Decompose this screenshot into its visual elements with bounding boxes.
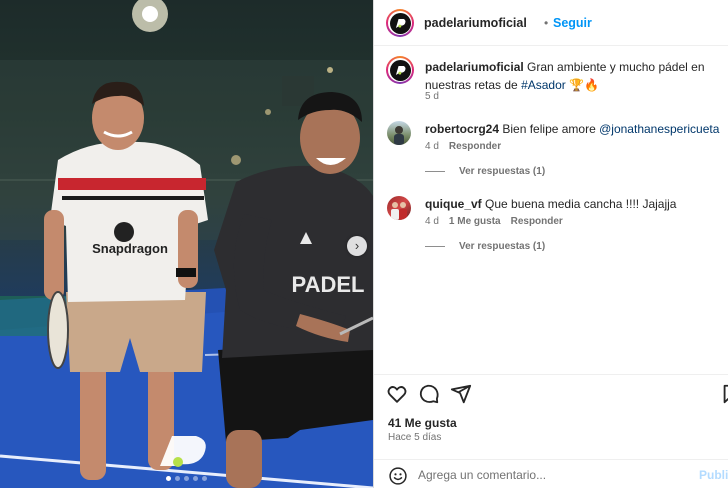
comment-avatar[interactable] bbox=[387, 121, 411, 145]
caption-username[interactable]: padelariumoficial bbox=[425, 60, 524, 74]
replies-line bbox=[425, 246, 445, 247]
caption-hashtag[interactable]: #Asador bbox=[521, 78, 566, 92]
header-username[interactable]: padelariumoficial bbox=[424, 16, 527, 30]
follow-button[interactable]: Seguir bbox=[553, 16, 592, 30]
post-photo[interactable]: Snapdragon PADEL › bbox=[0, 0, 373, 488]
comment-avatar[interactable] bbox=[387, 196, 411, 220]
separator-dot: • bbox=[544, 16, 549, 30]
comment-icon[interactable] bbox=[418, 383, 440, 405]
bookmark-icon[interactable] bbox=[720, 383, 728, 405]
view-replies-label: Ver respuestas (1) bbox=[459, 241, 546, 252]
account-avatar[interactable] bbox=[386, 9, 414, 37]
comment-meta: 4 d Responder bbox=[425, 141, 501, 152]
carousel-dot bbox=[184, 476, 189, 481]
comment-text: quique_vf Que buena media cancha !!!! Ja… bbox=[425, 196, 725, 213]
post-details-panel: padelariumoficial • Seguir padelariumofi… bbox=[373, 0, 728, 488]
padel-scene-illustration: Snapdragon PADEL bbox=[0, 0, 373, 488]
action-icons bbox=[386, 383, 472, 405]
shirt-brand-text: PADEL bbox=[292, 272, 365, 297]
replies-line bbox=[425, 171, 445, 172]
padelarium-logo-icon bbox=[395, 18, 405, 28]
reply-button[interactable]: Responder bbox=[511, 216, 563, 227]
comment-username[interactable]: quique_vf bbox=[425, 197, 482, 211]
user-photo-icon bbox=[391, 202, 407, 220]
likes-count[interactable]: 41 Me gusta bbox=[388, 416, 457, 430]
shirt-sponsor-text: Snapdragon bbox=[92, 241, 168, 256]
view-replies-button[interactable]: Ver respuestas (1) bbox=[425, 166, 545, 177]
carousel-dot bbox=[166, 476, 171, 481]
comment-mention[interactable]: @jonathanespericueta bbox=[599, 122, 719, 136]
view-replies-button[interactable]: Ver respuestas (1) bbox=[425, 241, 545, 252]
emoji-icon[interactable] bbox=[388, 466, 408, 486]
publish-button[interactable]: Publicar bbox=[699, 468, 728, 482]
comment-likes[interactable]: 1 Me gusta bbox=[449, 216, 501, 227]
padelarium-logo-icon bbox=[395, 65, 405, 75]
post-header: padelariumoficial • Seguir bbox=[374, 0, 728, 46]
comment-body: Que buena media cancha !!!! Jajajja bbox=[485, 197, 677, 211]
caption-avatar[interactable] bbox=[386, 56, 414, 84]
post-actions: 41 Me gusta Hace 5 días Publicar bbox=[374, 374, 728, 488]
heart-icon[interactable] bbox=[386, 383, 408, 405]
comment-meta: 4 d 1 Me gusta Responder bbox=[425, 216, 563, 227]
carousel-next-button[interactable]: › bbox=[347, 236, 367, 256]
carousel-dot bbox=[193, 476, 198, 481]
chevron-right-icon: › bbox=[354, 238, 360, 253]
caption-emoji: 🏆🔥 bbox=[569, 78, 599, 92]
post-caption: padelariumoficial Gran ambiente y mucho … bbox=[425, 58, 721, 94]
user-photo-icon bbox=[394, 126, 404, 145]
caption-age: 5 d bbox=[425, 91, 439, 102]
comment-age: 4 d bbox=[425, 141, 439, 152]
comment-body: Bien felipe amore bbox=[502, 122, 596, 136]
carousel-dot bbox=[202, 476, 207, 481]
view-replies-label: Ver respuestas (1) bbox=[459, 166, 546, 177]
comment-text: robertocrg24 Bien felipe amore @jonathan… bbox=[425, 121, 725, 138]
carousel-indicator bbox=[0, 476, 373, 481]
share-icon[interactable] bbox=[450, 383, 472, 405]
comment-age: 4 d bbox=[425, 216, 439, 227]
comment-username[interactable]: robertocrg24 bbox=[425, 122, 499, 136]
post-date: Hace 5 días bbox=[388, 432, 442, 443]
comment-input[interactable] bbox=[418, 464, 688, 486]
carousel-dot bbox=[175, 476, 180, 481]
add-comment-bar: Publicar bbox=[374, 459, 728, 488]
reply-button[interactable]: Responder bbox=[449, 141, 501, 152]
